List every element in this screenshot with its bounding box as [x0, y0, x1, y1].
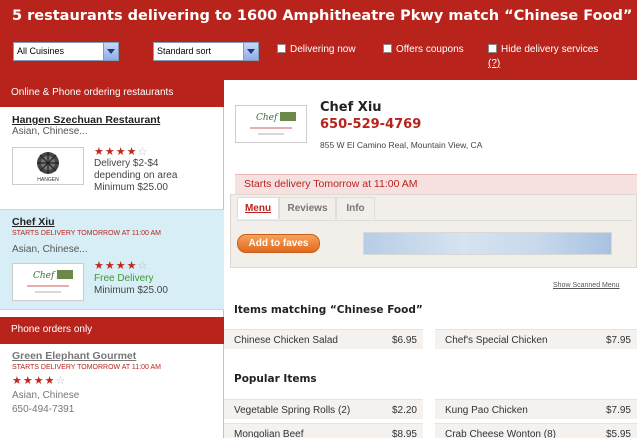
delivery-info: Free Delivery Minimum $25.00	[94, 273, 168, 297]
rating-stars: ★★★★☆	[94, 260, 149, 272]
menu-item-name: Kung Pao Chicken	[445, 405, 528, 416]
free-delivery-label: Free Delivery	[94, 273, 154, 284]
filter-offers-coupons[interactable]: Offers coupons	[383, 44, 464, 55]
chef-xiu-logo-icon: Chef Xiu	[13, 264, 83, 300]
delivery-fee-note: depending on area	[94, 170, 178, 181]
restaurant-list: Online & Phone ordering restaurants Hang…	[0, 80, 224, 438]
hide-delivery-help-link[interactable]: (?)	[488, 58, 500, 69]
restaurant-detail: Chef Xiu Chef Xiu 650-529-4769 855 W El …	[224, 80, 637, 438]
delivery-start-notice: Starts delivery Tomorrow at 11:00 AM	[235, 174, 637, 194]
restaurant-name[interactable]: Green Elephant Gourmet	[12, 350, 136, 362]
menu-item[interactable]: Chef's Special Chicken $7.95	[435, 329, 637, 349]
rating-stars: ★★★★☆	[94, 146, 149, 158]
checkbox-icon[interactable]	[488, 44, 497, 53]
add-to-faves-button[interactable]: Add to faves	[237, 234, 320, 253]
delivery-status: STARTS DELIVERY TOMORROW AT 11:00 AM	[12, 230, 161, 237]
cuisine-select[interactable]: All Cuisines	[13, 42, 119, 61]
restaurant-item-green-elephant[interactable]: Green Elephant Gourmet STARTS DELIVERY T…	[0, 344, 224, 438]
menu-item-name: Vegetable Spring Rolls (2)	[234, 405, 351, 416]
menu-item-price: $6.95	[391, 335, 417, 346]
menu-item[interactable]: Mongolian Beef $8.95	[224, 423, 423, 438]
checkbox-icon[interactable]	[383, 44, 392, 53]
restaurant-phone: 650-494-7391	[12, 404, 75, 415]
delivery-fee: Delivery $2-$4	[94, 158, 159, 169]
delivery-status: STARTS DELIVERY TOMORROW AT 11:00 AM	[12, 364, 161, 371]
filter-hide-delivery[interactable]: Hide delivery services	[488, 44, 598, 55]
restaurant-logo[interactable]: Chef Xiu	[12, 263, 84, 301]
chevron-down-icon	[243, 43, 258, 60]
filter-coupons-label: Offers coupons	[396, 44, 464, 55]
restaurant-cuisine: Asian, Chinese...	[12, 244, 88, 255]
banner-image	[363, 232, 612, 255]
filter-delivering-now[interactable]: Delivering now	[277, 44, 356, 55]
filter-hide-delivery-label: Hide delivery services	[501, 44, 599, 55]
restaurant-phone: 650-529-4769	[320, 117, 422, 132]
menu-item[interactable]: Vegetable Spring Rolls (2) $2.20	[224, 399, 423, 419]
hangen-logo-icon: HANGEN	[13, 148, 83, 184]
restaurant-item-chef-xiu[interactable]: Chef Xiu STARTS DELIVERY TOMORROW AT 11:…	[0, 209, 224, 310]
restaurant-cuisine: Asian, Chinese...	[12, 126, 88, 137]
restaurant-cuisine: Asian, Chinese	[12, 390, 80, 401]
cuisine-select-value: All Cuisines	[17, 46, 65, 56]
menu-item-price: $7.95	[605, 405, 631, 416]
section-online-ordering: Online & Phone ordering restaurants	[0, 80, 224, 107]
menu-tabs-panel: Menu Reviews Info Add to faves	[230, 194, 637, 268]
section-phone-orders: Phone orders only	[0, 317, 224, 344]
chef-xiu-logo-icon: Chef Xiu	[236, 106, 306, 142]
popular-items-title: Popular Items	[234, 373, 317, 385]
restaurant-name[interactable]: Hangen Szechuan Restaurant	[12, 114, 160, 126]
sort-select[interactable]: Standard sort	[153, 42, 259, 61]
restaurant-title: Chef Xiu	[320, 100, 382, 115]
show-scanned-menu-link[interactable]: Show Scanned Menu	[553, 282, 620, 289]
matching-items-title: Items matching “Chinese Food”	[234, 304, 423, 316]
restaurant-logo[interactable]: HANGEN	[12, 147, 84, 185]
chevron-down-icon	[103, 43, 118, 60]
order-minimum: Minimum $25.00	[94, 285, 168, 296]
menu-item-name: Mongolian Beef	[234, 429, 304, 438]
menu-item[interactable]: Kung Pao Chicken $7.95	[435, 399, 637, 419]
menu-item-name: Crab Cheese Wonton (8)	[445, 429, 556, 438]
checkbox-icon[interactable]	[277, 44, 286, 53]
restaurant-address: 855 W El Camino Real, Mountain View, CA	[320, 140, 483, 150]
tab-info[interactable]: Info	[336, 197, 375, 219]
menu-item-price: $7.95	[605, 335, 631, 346]
rating-stars: ★★★★☆	[12, 375, 67, 387]
order-minimum: Minimum $25.00	[94, 182, 168, 193]
menu-item-name: Chef's Special Chicken	[445, 335, 548, 346]
restaurant-item-hangen[interactable]: Hangen Szechuan Restaurant Asian, Chines…	[0, 107, 224, 209]
filter-delivering-label: Delivering now	[290, 44, 356, 55]
tab-divider	[237, 220, 632, 221]
sort-select-value: Standard sort	[157, 46, 212, 56]
restaurant-logo: Chef Xiu	[235, 105, 307, 143]
results-header: 5 restaurants delivering to 1600 Amphith…	[0, 0, 637, 80]
delivery-info: Delivery $2-$4 depending on area Minimum…	[94, 158, 177, 194]
menu-item[interactable]: Chinese Chicken Salad $6.95	[224, 329, 423, 349]
tab-menu[interactable]: Menu	[237, 197, 279, 219]
menu-item-name: Chinese Chicken Salad	[234, 335, 338, 346]
results-title: 5 restaurants delivering to 1600 Amphith…	[12, 8, 633, 24]
menu-item-price: $5.95	[605, 429, 631, 438]
tab-reviews[interactable]: Reviews	[279, 197, 336, 219]
menu-item-price: $2.20	[391, 405, 417, 416]
restaurant-name[interactable]: Chef Xiu	[12, 216, 55, 228]
menu-item-price: $8.95	[391, 429, 417, 438]
menu-item[interactable]: Crab Cheese Wonton (8) $5.95	[435, 423, 637, 438]
logo-text: HANGEN	[37, 177, 59, 183]
